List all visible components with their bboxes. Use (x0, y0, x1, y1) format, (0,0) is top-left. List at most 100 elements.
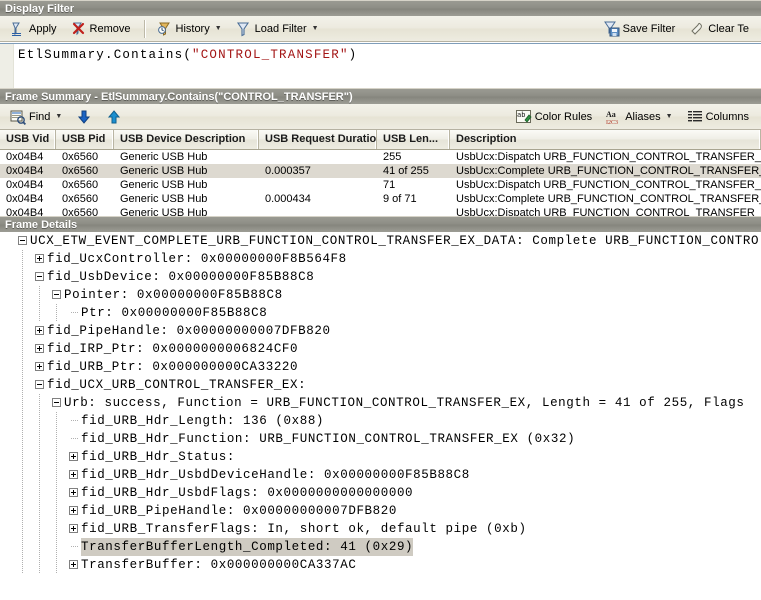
column-header-2[interactable]: USB Device Description (114, 130, 259, 149)
history-button[interactable]: History ▼ (151, 17, 228, 41)
tree-row-label: fid_UsbDevice: 0x00000000F85B88C8 (47, 270, 315, 284)
tree-guide-line (39, 556, 40, 574)
tree-row[interactable]: fid_URB_Ptr: 0x000000000CA33220 (0, 358, 761, 376)
aliases-button[interactable]: Aa I2C3 Aliases ▼ (600, 105, 678, 129)
chevron-down-icon[interactable]: ▼ (215, 25, 222, 32)
collapse-icon[interactable] (35, 380, 44, 389)
collapse-icon[interactable] (52, 290, 61, 299)
tree-row[interactable]: fid_URB_Hdr_Length: 136 (0x88) (0, 412, 761, 430)
apply-button[interactable]: Apply (4, 17, 63, 41)
tree-row[interactable]: Urb: success, Function = URB_FUNCTION_CO… (0, 394, 761, 412)
tree-row[interactable]: fid_UsbDevice: 0x00000000F85B88C8 (0, 268, 761, 286)
expand-icon[interactable] (35, 254, 44, 263)
column-header-3[interactable]: USB Request Duration (259, 130, 377, 149)
collapse-icon[interactable] (52, 398, 61, 407)
tree-row[interactable]: fid_URB_Hdr_UsbdDeviceHandle: 0x00000000… (0, 466, 761, 484)
tree-guide-line (22, 376, 23, 394)
tree-guide-line (39, 430, 40, 448)
load-filter-button[interactable]: Load Filter ▼ (230, 17, 325, 41)
tree-row[interactable]: fid_IRP_Ptr: 0x0000000006824CF0 (0, 340, 761, 358)
table-row[interactable]: 0x04B4 0x6560 Generic USB Hub 0.000434 9 of … (0, 192, 761, 206)
tree-row[interactable]: fid_URB_Hdr_UsbdFlags: 0x000000000000000… (0, 484, 761, 502)
columns-button[interactable]: Columns (681, 105, 755, 129)
expand-icon[interactable] (69, 524, 78, 533)
column-header-5[interactable]: Description (450, 130, 761, 149)
tree-row[interactable]: fid_URB_Hdr_Function: URB_FUNCTION_CONTR… (0, 430, 761, 448)
tree-row[interactable]: TransferBuffer: 0x000000000CA337AC (0, 556, 761, 574)
tree-guide-line (22, 520, 23, 538)
filter-expression-editor[interactable]: EtlSummary.Contains("CONTROL_TRANSFER") (0, 43, 761, 88)
tree-row-label: Urb: success, Function = URB_FUNCTION_CO… (64, 396, 745, 410)
expand-icon[interactable] (69, 560, 78, 569)
cell-vid: 0x04B4 (6, 179, 44, 191)
columns-icon (687, 109, 703, 125)
clear-text-button[interactable]: Clear Te (683, 17, 755, 41)
tree-row[interactable]: fid_PipeHandle: 0x00000000007DFB820 (0, 322, 761, 340)
cell-desc: Generic USB Hub (120, 165, 208, 177)
collapse-icon[interactable] (35, 272, 44, 281)
cell-duration: 0.000434 (265, 193, 311, 205)
expand-icon[interactable] (69, 506, 78, 515)
find-previous-button[interactable] (100, 105, 128, 129)
tree-row[interactable]: Pointer: 0x00000000F85B88C8 (0, 286, 761, 304)
tree-guide-line (56, 502, 57, 520)
save-filter-button[interactable]: Save Filter (598, 17, 682, 41)
cell-pid: 0x6560 (62, 151, 99, 163)
clear-text-label: Clear Te (708, 22, 749, 35)
expand-icon[interactable] (69, 452, 78, 461)
tree-connector (71, 312, 78, 313)
tree-row[interactable]: fid_URB_PipeHandle: 0x00000000007DFB820 (0, 502, 761, 520)
tree-guide-line (22, 394, 23, 412)
tree-row-label: fid_URB_Hdr_UsbdDeviceHandle: 0x00000000… (81, 468, 470, 482)
expand-icon[interactable] (35, 326, 44, 335)
frame-details-tree[interactable]: UCX_ETW_EVENT_COMPLETE_URB_FUNCTION_CONT… (0, 232, 761, 599)
frame-summary-rows[interactable]: 0x04B4 0x6560 Generic USB Hub 255 UsbUcx:Dis… (0, 150, 761, 224)
tree-row[interactable]: UCX_ETW_EVENT_COMPLETE_URB_FUNCTION_CONT… (0, 232, 761, 250)
table-row[interactable]: 0x04B4 0x6560 Generic USB Hub 255 UsbUcx:Dis… (0, 150, 761, 164)
tree-guide-line (56, 304, 57, 322)
remove-button[interactable]: Remove (65, 17, 137, 41)
tree-row[interactable]: fid_UcxController: 0x00000000F8B564F8 (0, 250, 761, 268)
tree-row[interactable]: Ptr: 0x00000000F85B88C8 (0, 304, 761, 322)
cell-vid: 0x04B4 (6, 165, 44, 177)
expression-string-literal: "CONTROL_TRANSFER" (192, 48, 349, 62)
tree-row[interactable]: fid_UCX_URB_CONTROL_TRANSFER_EX: (0, 376, 761, 394)
frame-details-pane: Frame Details UCX_ETW_EVENT_COMPLETE_URB… (0, 216, 761, 600)
column-header-0[interactable]: USB Vid (0, 130, 56, 149)
tree-row[interactable]: fid_URB_TransferFlags: In, short ok, def… (0, 520, 761, 538)
tree-row-label: fid_URB_Hdr_Status: (81, 450, 235, 464)
tree-guide-line (39, 394, 40, 412)
tree-guide-line (22, 556, 23, 574)
find-label: Find (29, 110, 51, 123)
column-header-1[interactable]: USB Pid (56, 130, 114, 149)
find-button[interactable]: Find ▼ (4, 105, 68, 129)
table-row[interactable]: 0x04B4 0x6560 Generic USB Hub 71 UsbUcx:Disp… (0, 178, 761, 192)
tree-guide-line (22, 430, 23, 448)
tree-row[interactable]: fid_URB_Hdr_Status: (0, 448, 761, 466)
table-row[interactable]: 0x04B4 0x6560 Generic USB Hub 0.000357 41 of… (0, 164, 761, 178)
svg-text:Aa: Aa (606, 110, 616, 119)
color-rules-button[interactable]: ab Color Rules (510, 105, 598, 129)
tree-guide-line (39, 538, 40, 556)
cell-len: 41 of 255 (383, 165, 429, 177)
tree-guide-line (39, 502, 40, 520)
filter-expression-text[interactable]: EtlSummary.Contains("CONTROL_TRANSFER") (18, 48, 357, 62)
expand-icon[interactable] (35, 344, 44, 353)
collapse-icon[interactable] (18, 236, 27, 245)
expand-icon[interactable] (35, 362, 44, 371)
chevron-down-icon[interactable]: ▼ (55, 113, 62, 120)
find-next-button[interactable] (70, 105, 98, 129)
chevron-down-icon[interactable]: ▼ (312, 25, 319, 32)
columns-label: Columns (705, 110, 749, 123)
tree-row[interactable]: TransferBufferLength_Completed: 41 (0x29… (0, 538, 761, 556)
column-header-4[interactable]: USB Len... (377, 130, 450, 149)
cell-vid: 0x04B4 (6, 151, 44, 163)
expression-prefix: EtlSummary.Contains( (18, 48, 193, 62)
chevron-down-icon[interactable]: ▼ (666, 113, 673, 120)
expand-icon[interactable] (69, 488, 78, 497)
tree-guide-line (56, 430, 57, 448)
tree-guide-line (22, 268, 23, 286)
frame-details-caption: Frame Details (0, 216, 761, 232)
cell-description: UsbUcx:Complete URB_FUNCTION_CONTROL_TRA… (456, 165, 761, 177)
expand-icon[interactable] (69, 470, 78, 479)
